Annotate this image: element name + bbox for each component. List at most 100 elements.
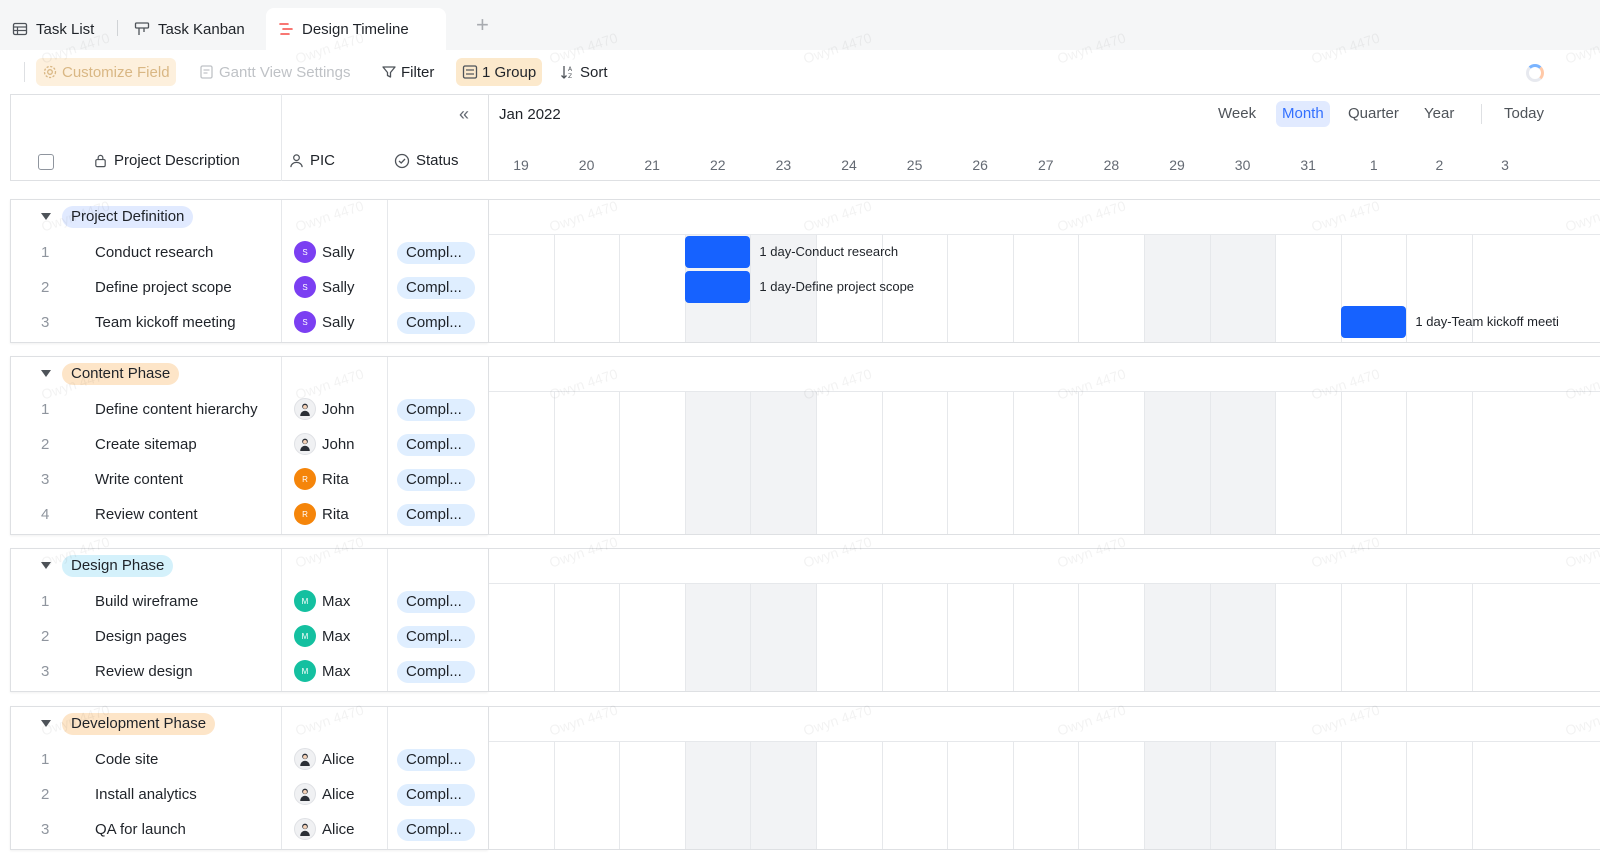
task-name[interactable]: Review design — [95, 663, 193, 680]
pic-header[interactable]: PIC — [289, 152, 335, 169]
task-name[interactable]: Build wireframe — [95, 593, 198, 610]
status-badge[interactable]: Compl... — [397, 399, 475, 421]
filter-button[interactable]: Filter — [375, 58, 440, 86]
group-header[interactable]: Content Phase — [11, 357, 489, 392]
loading-spinner-icon — [1526, 64, 1544, 82]
timeline-day-column — [489, 742, 554, 849]
person-avatar-icon — [300, 403, 310, 416]
task-name[interactable]: Create sitemap — [95, 436, 197, 453]
pic-name[interactable]: Sally — [322, 244, 355, 261]
tab-label: Design Timeline — [302, 20, 409, 38]
task-name[interactable]: Define project scope — [95, 279, 232, 296]
sort-button[interactable]: AZ Sort — [554, 58, 614, 86]
status-badge[interactable]: Compl... — [397, 626, 475, 648]
status-badge[interactable]: Compl... — [397, 749, 475, 771]
caret-down-icon[interactable] — [41, 720, 51, 727]
table-row[interactable]: 4 Review content R Rita Compl... — [11, 497, 489, 532]
collapse-panel-icon[interactable]: « — [459, 104, 469, 125]
group-header[interactable]: Development Phase — [11, 707, 489, 742]
pic-name[interactable]: John — [322, 401, 355, 418]
table-row[interactable]: 2 Install analytics Alice Compl... — [11, 777, 489, 812]
gantt-task-bar[interactable] — [1340, 306, 1407, 338]
filter-label: Filter — [401, 63, 435, 81]
table-row[interactable]: 1 Code site Alice Compl... — [11, 742, 489, 777]
group-header[interactable]: Design Phase — [11, 549, 489, 584]
timeline-month-label: Jan 2022 — [499, 106, 561, 123]
status-badge[interactable]: Compl... — [397, 819, 475, 841]
pic-name[interactable]: Max — [322, 628, 350, 645]
table-row[interactable]: 1 Conduct research S Sally Compl... — [11, 235, 489, 270]
pic-name[interactable]: Sally — [322, 279, 355, 296]
task-name[interactable]: QA for launch — [95, 821, 186, 838]
group-header[interactable]: Project Definition — [11, 200, 489, 235]
select-all-checkbox[interactable] — [38, 154, 54, 170]
task-name[interactable]: Design pages — [95, 628, 187, 645]
project-description-header[interactable]: Project Description — [93, 152, 240, 169]
table-row[interactable]: 1 Build wireframe M Max Compl... — [11, 584, 489, 619]
pic-name[interactable]: Rita — [322, 506, 349, 523]
status-header[interactable]: Status — [394, 152, 459, 169]
timeline-day-column — [1340, 742, 1407, 849]
today-button[interactable]: Today — [1498, 101, 1550, 127]
pic-name[interactable]: Rita — [322, 471, 349, 488]
timeline-day-label: 31 — [1300, 157, 1316, 173]
view-year-button[interactable]: Year — [1418, 101, 1460, 127]
timeline-day-column — [1340, 584, 1407, 691]
task-name[interactable]: Review content — [95, 506, 198, 523]
timeline-day-label: 20 — [578, 157, 595, 173]
task-name[interactable]: Write content — [95, 471, 183, 488]
group-table-block: Development Phase 1 Code site Alice Comp… — [10, 706, 488, 850]
tab-task-list[interactable]: Task List — [0, 8, 106, 50]
avatar — [294, 818, 316, 840]
timeline-day-column — [816, 392, 882, 534]
table-row[interactable]: 1 Define content hierarchy John Compl... — [11, 392, 489, 427]
caret-down-icon[interactable] — [41, 562, 51, 569]
task-name[interactable]: Team kickoff meeting — [95, 314, 236, 331]
gantt-task-bar[interactable] — [684, 271, 751, 303]
caret-down-icon[interactable] — [41, 213, 51, 220]
customize-field-button[interactable]: Customize Field — [36, 58, 176, 86]
group-name-pill: Development Phase — [62, 713, 216, 735]
status-badge[interactable]: Compl... — [397, 784, 475, 806]
table-row[interactable]: 3 Review design M Max Compl... — [11, 654, 489, 689]
pic-name[interactable]: Alice — [322, 751, 355, 768]
row-number: 2 — [41, 786, 50, 803]
task-name[interactable]: Install analytics — [95, 786, 197, 803]
table-row[interactable]: 2 Design pages M Max Compl... — [11, 619, 489, 654]
pic-name[interactable]: John — [322, 436, 355, 453]
view-quarter-button[interactable]: Quarter — [1342, 101, 1405, 127]
pic-name[interactable]: Sally — [322, 314, 355, 331]
avatar — [294, 398, 316, 420]
table-row[interactable]: 3 QA for launch Alice Compl... — [11, 812, 489, 847]
view-week-button[interactable]: Week — [1212, 101, 1262, 127]
pic-name[interactable]: Alice — [322, 786, 355, 803]
status-badge[interactable]: Compl... — [397, 277, 475, 299]
task-name[interactable]: Code site — [95, 751, 158, 768]
status-badge[interactable]: Compl... — [397, 434, 475, 456]
status-badge[interactable]: Compl... — [397, 661, 475, 683]
gantt-view-settings-button[interactable]: Gantt View Settings — [193, 58, 356, 86]
tab-task-kanban[interactable]: Task Kanban — [122, 8, 257, 50]
timeline-day-column — [1472, 742, 1538, 849]
view-month-button[interactable]: Month — [1276, 101, 1330, 127]
gantt-task-bar[interactable] — [684, 236, 751, 268]
caret-down-icon[interactable] — [41, 370, 51, 377]
pic-name[interactable]: Max — [322, 663, 350, 680]
table-row[interactable]: 3 Team kickoff meeting S Sally Compl... — [11, 305, 489, 340]
table-row[interactable]: 3 Write content R Rita Compl... — [11, 462, 489, 497]
pic-name[interactable]: Max — [322, 593, 350, 610]
status-badge[interactable]: Compl... — [397, 312, 475, 334]
status-badge[interactable]: Compl... — [397, 469, 475, 491]
kanban-icon — [134, 22, 150, 35]
group-button[interactable]: 1 Group — [456, 58, 543, 86]
tab-design-timeline[interactable]: Design Timeline — [266, 8, 446, 50]
pic-name[interactable]: Alice — [322, 821, 355, 838]
task-name[interactable]: Define content hierarchy — [95, 401, 258, 418]
status-badge[interactable]: Compl... — [397, 242, 475, 264]
task-name[interactable]: Conduct research — [95, 244, 213, 261]
add-tab-icon[interactable]: + — [476, 14, 489, 36]
status-badge[interactable]: Compl... — [397, 591, 475, 613]
status-badge[interactable]: Compl... — [397, 504, 475, 526]
table-row[interactable]: 2 Define project scope S Sally Compl... — [11, 270, 489, 305]
table-row[interactable]: 2 Create sitemap John Compl... — [11, 427, 489, 462]
